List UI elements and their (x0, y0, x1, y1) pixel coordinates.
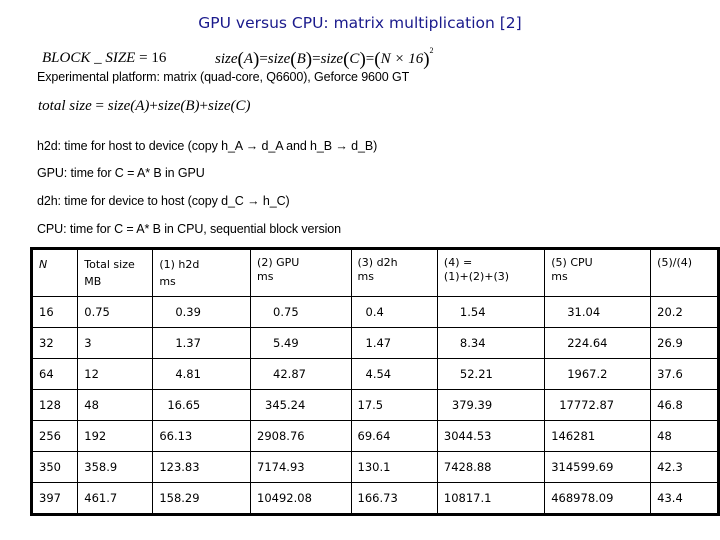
header-n: N (30, 248, 79, 297)
matrix-a: A (243, 51, 253, 67)
table-row: 32 3 1.37 5.49 1.47 8.34 224.64 26.9 (30, 327, 719, 359)
cell-total-size: 461.7 (77, 482, 154, 515)
total-size-formula: total size = size(A)+size(B)+size(C) (38, 98, 251, 114)
table-header-row: N Total size MB (1) h2d ms (2) GPU ms (3) d… (30, 248, 719, 297)
cell-speedup: 43.4 (650, 482, 719, 515)
cell-d2h: 69.64 (350, 420, 438, 452)
cell-speedup: 26.9 (650, 327, 719, 359)
header-gpu: (2) GPU ms (250, 248, 352, 297)
block-size-lhs: BLOCK _ SIZE (42, 50, 136, 66)
total-term-a: size(A) (107, 98, 150, 114)
cell-cpu: 314599.69 (544, 451, 652, 483)
total-size-lhs: total size (38, 98, 92, 114)
cell-h2d: 158.29 (152, 482, 252, 515)
table-row: 64 12 4.81 42.87 4.54 52.21 1967.2 37.6 (30, 358, 719, 390)
cell-n: 397 (30, 482, 79, 515)
results-table: N Total size MB (1) h2d ms (2) GPU ms (3) d… (30, 247, 720, 516)
cell-h2d: 4.81 (152, 358, 252, 390)
cell-total-time: 1.54 (436, 296, 546, 328)
cell-h2d: 66.13 (152, 420, 252, 452)
cell-d2h: 166.73 (350, 482, 438, 515)
cell-n: 64 (30, 358, 79, 390)
header-d2h: (3) d2h ms (350, 248, 438, 297)
cpu-definition: CPU: time for C = A* B in CPU, sequentia… (37, 222, 342, 236)
cell-n: 128 (30, 389, 79, 421)
header-cpu: (5) CPU ms (544, 248, 652, 297)
table-row: 256 192 66.13 2908.76 69.64 3044.53 146281 48 (30, 420, 719, 452)
cell-total-time: 52.21 (436, 358, 546, 390)
header-total-size: Total size MB (77, 248, 154, 297)
cell-total-time: 3044.53 (436, 420, 546, 452)
size-rhs-base: N × 16 (380, 51, 424, 67)
d2h-definition: d2h: time for device to host (copy d_C →… (37, 194, 290, 208)
cell-gpu: 7174.93 (250, 451, 352, 483)
size-fn-b: size (267, 51, 291, 67)
header-h2d: (1) h2d ms (152, 248, 252, 297)
h2d-definition: h2d: time for host to device (copy h_A →… (37, 139, 378, 153)
cell-total-time: 8.34 (436, 327, 546, 359)
cell-total-size: 0.75 (77, 296, 154, 328)
table-row: 397 461.7 158.29 10492.08 166.73 10817.1 46897… (30, 482, 719, 515)
cell-h2d: 123.83 (152, 451, 252, 483)
size-exponent: 2 (429, 46, 434, 55)
cell-speedup: 20.2 (650, 296, 719, 328)
cell-n: 32 (30, 327, 79, 359)
cell-total-size: 358.9 (77, 451, 154, 483)
matrix-b: B (296, 51, 306, 67)
cell-d2h: 4.54 (350, 358, 438, 390)
cell-cpu: 224.64 (544, 327, 652, 359)
cell-cpu: 146281 (544, 420, 652, 452)
table-row: 350 358.9 123.83 7174.93 130.1 7428.88 314599.… (30, 451, 719, 483)
cell-speedup: 46.8 (650, 389, 719, 421)
block-size-value: 16 (151, 50, 167, 66)
cell-total-size: 192 (77, 420, 154, 452)
cell-gpu: 5.49 (250, 327, 352, 359)
cell-gpu: 2908.76 (250, 420, 352, 452)
size-fn-a: size (215, 51, 238, 67)
matrix-c: C (349, 51, 360, 67)
cell-total-time: 379.39 (436, 389, 546, 421)
cell-d2h: 1.47 (350, 327, 438, 359)
cell-h2d: 0.39 (152, 296, 252, 328)
cell-gpu: 0.75 (250, 296, 352, 328)
cell-cpu: 1967.2 (544, 358, 652, 390)
cell-speedup: 42.3 (650, 451, 719, 483)
cell-h2d: 1.37 (152, 327, 252, 359)
table-row: 128 48 16.65 345.24 17.5 379.39 17772.87 46.8 (30, 389, 719, 421)
size-fn-c: size (320, 51, 344, 67)
cell-total-time: 7428.88 (436, 451, 546, 483)
cell-total-size: 12 (77, 358, 154, 390)
cell-d2h: 130.1 (350, 451, 438, 483)
table-row: 16 0.75 0.39 0.75 0.4 1.54 31.04 20.2 (30, 296, 719, 328)
cell-speedup: 37.6 (650, 358, 719, 390)
cell-total-time: 10817.1 (436, 482, 546, 515)
header-total-time: (4) = (1)+(2)+(3) (436, 248, 546, 297)
slide-title: GPU versus CPU: matrix multiplication [2… (198, 14, 522, 32)
total-term-c: size(C) (207, 98, 251, 114)
cell-gpu: 345.24 (250, 389, 352, 421)
cell-h2d: 16.65 (152, 389, 252, 421)
total-term-b: size(B) (157, 98, 200, 114)
cell-d2h: 17.5 (350, 389, 438, 421)
cell-speedup: 48 (650, 420, 719, 452)
cell-cpu: 17772.87 (544, 389, 652, 421)
cell-cpu: 31.04 (544, 296, 652, 328)
cell-n: 256 (30, 420, 79, 452)
cell-n: 16 (30, 296, 79, 328)
platform-line: Experimental platform: matrix (quad-core… (37, 70, 410, 84)
cell-gpu: 42.87 (250, 358, 352, 390)
block-size-formula: BLOCK _ SIZE = 16 (42, 50, 166, 67)
cell-cpu: 468978.09 (544, 482, 652, 515)
matrix-size-formula: size(A)=size(B)=size(C)=(N × 16)2 (215, 46, 434, 70)
cell-d2h: 0.4 (350, 296, 438, 328)
header-speedup: (5)/(4) (650, 248, 719, 297)
block-size-eq: = (139, 50, 148, 66)
cell-n: 350 (30, 451, 79, 483)
gpu-definition: GPU: time for C = A* B in GPU (37, 166, 205, 180)
cell-total-size: 48 (77, 389, 154, 421)
cell-gpu: 10492.08 (250, 482, 352, 515)
cell-total-size: 3 (77, 327, 154, 359)
